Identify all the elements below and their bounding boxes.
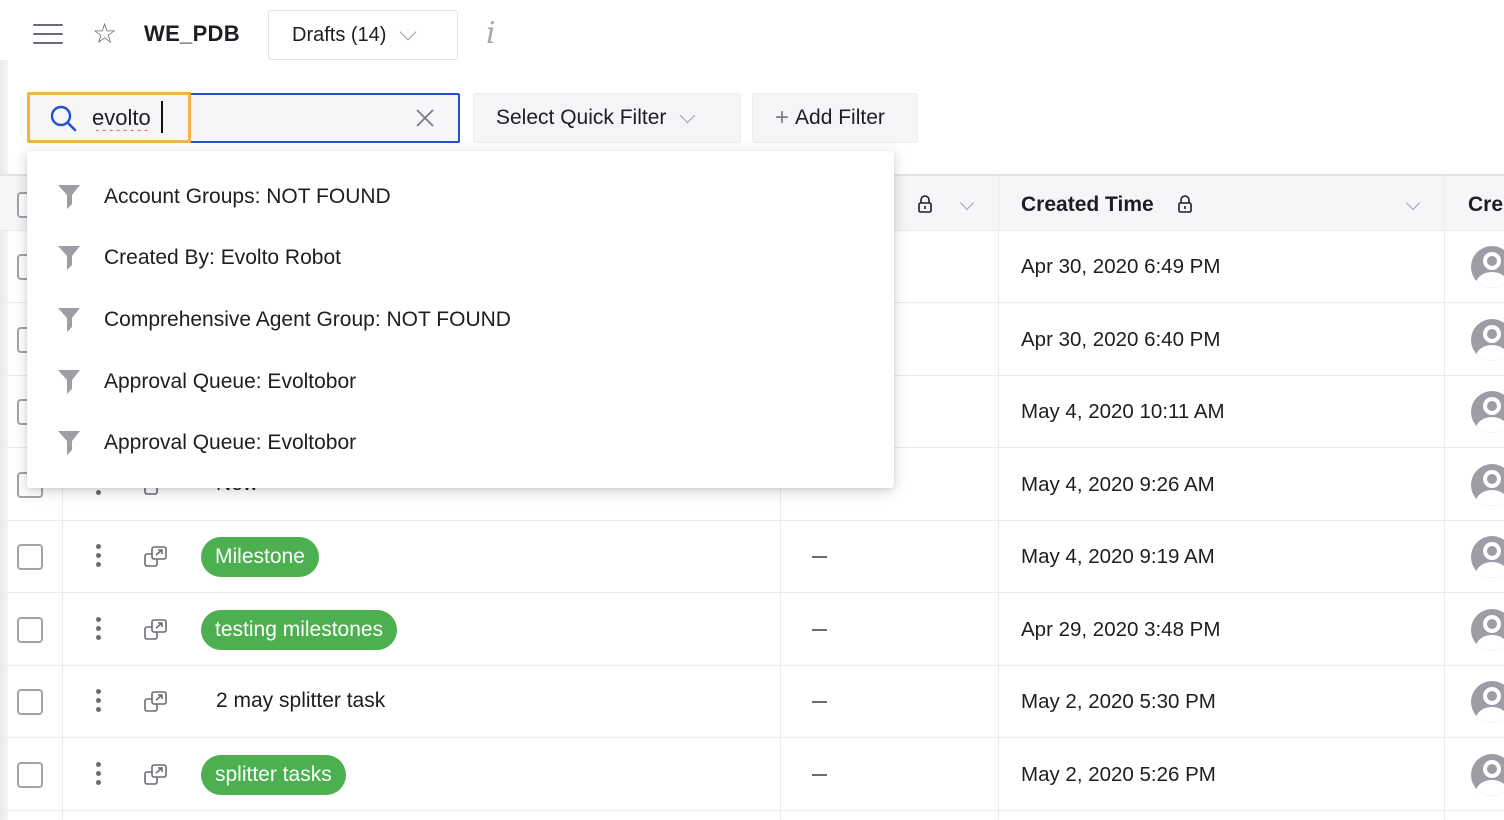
top-bar: ☆ WE_PDB Drafts (14) i: [0, 0, 1504, 70]
avatar-icon[interactable]: [1471, 536, 1504, 578]
lock-icon: [918, 195, 932, 213]
record-name-tag[interactable]: splitter tasks: [201, 754, 346, 795]
chevron-down-icon: [680, 107, 696, 123]
row-checkbox[interactable]: [17, 689, 43, 715]
page-title: WE_PDB: [144, 21, 240, 46]
search-suggestions-dropdown: Account Groups: NOT FOUND Created By: Evo…: [27, 151, 894, 488]
suggestion-item[interactable]: Account Groups: NOT FOUND: [27, 169, 894, 225]
avatar-icon[interactable]: [1471, 391, 1504, 433]
info-icon[interactable]: i: [486, 16, 496, 51]
text-cursor: [161, 101, 163, 133]
view-selector-dropdown[interactable]: Drafts (14): [268, 10, 458, 60]
empty-value-dash: [812, 628, 827, 631]
filter-icon: [58, 308, 80, 332]
column-header-created-time[interactable]: Created Time: [1021, 193, 1154, 217]
suggestion-label: Approval Queue: Evoltobor: [104, 370, 357, 393]
avatar-icon[interactable]: [1471, 753, 1504, 796]
suggestion-label: Account Groups: NOT FOUND: [104, 185, 391, 208]
quick-filter-label: Select Quick Filter: [496, 106, 667, 129]
avatar-icon[interactable]: [1471, 246, 1504, 288]
suggestion-item[interactable]: Comprehensive Agent Group: NOT FOUND: [27, 292, 894, 348]
search-input[interactable]: [92, 103, 392, 133]
avatar-icon[interactable]: [1471, 681, 1504, 723]
empty-value-dash: [812, 773, 827, 776]
plus-icon: +: [775, 104, 790, 131]
more-options-icon[interactable]: [94, 544, 102, 570]
add-filter-button[interactable]: + Add Filter: [752, 93, 918, 143]
chevron-down-icon[interactable]: [1405, 195, 1421, 211]
star-icon[interactable]: ☆: [92, 20, 117, 48]
suggestion-label: Comprehensive Agent Group: NOT FOUND: [104, 308, 511, 331]
chevron-down-icon: [399, 23, 417, 41]
created-time-cell: Apr 29, 2020 3:48 PM: [1021, 617, 1221, 641]
open-in-new-icon[interactable]: [144, 618, 168, 642]
record-name[interactable]: 2 may splitter task: [216, 689, 385, 713]
suggestion-item[interactable]: Created By: Evolto Robot: [27, 230, 894, 286]
created-time-cell: May 4, 2020 9:26 AM: [1021, 472, 1215, 496]
empty-value-dash: [812, 556, 827, 558]
lock-icon: [1178, 195, 1192, 213]
table-row[interactable]: testing milestones Apr 29, 2020 3:48 PM: [0, 594, 1504, 666]
suggestion-label: Approval Queue: Evoltobor: [104, 431, 357, 454]
view-selector-label: Drafts (14): [292, 23, 387, 46]
created-time-cell: May 4, 2020 9:19 AM: [1021, 545, 1215, 568]
open-in-new-icon[interactable]: [144, 545, 168, 569]
avatar-icon[interactable]: [1471, 608, 1504, 651]
column-header-created-by[interactable]: Cre: [1468, 193, 1503, 217]
avatar-icon[interactable]: [1471, 318, 1504, 361]
row-checkbox[interactable]: [17, 544, 43, 570]
created-time-cell: May 4, 2020 10:11 AM: [1021, 400, 1225, 423]
empty-value-dash: [812, 701, 827, 703]
record-name-tag[interactable]: testing milestones: [201, 609, 398, 650]
close-icon[interactable]: [413, 106, 437, 130]
filter-icon: [58, 431, 80, 455]
filter-icon: [58, 246, 80, 270]
more-options-icon[interactable]: [94, 761, 102, 788]
more-options-icon[interactable]: [94, 616, 102, 643]
open-in-new-icon[interactable]: [144, 763, 168, 787]
filter-icon: [58, 370, 80, 394]
row-checkbox[interactable]: [17, 616, 43, 643]
avatar-icon[interactable]: [1471, 463, 1504, 506]
filter-icon: [58, 185, 80, 209]
add-filter-label: Add Filter: [795, 106, 885, 129]
created-time-cell: Apr 30, 2020 6:40 PM: [1021, 327, 1221, 351]
created-time-cell: May 2, 2020 5:26 PM: [1021, 762, 1216, 786]
table-row[interactable]: splitter tasks May 2, 2020 5:26 PM: [0, 739, 1504, 811]
table-row[interactable]: Milestone May 4, 2020 9:19 AM: [0, 521, 1504, 593]
more-options-icon[interactable]: [94, 689, 102, 715]
open-in-new-icon[interactable]: [144, 690, 168, 714]
quick-filter-dropdown[interactable]: Select Quick Filter: [473, 93, 741, 143]
suggestion-item[interactable]: Approval Queue: Evoltobor: [27, 354, 894, 410]
created-time-cell: Apr 30, 2020 6:49 PM: [1021, 255, 1221, 278]
created-time-cell: May 2, 2020 5:30 PM: [1021, 690, 1216, 713]
search-icon: [50, 105, 77, 132]
record-name-tag[interactable]: Milestone: [201, 537, 319, 577]
row-checkbox[interactable]: [17, 761, 43, 788]
suggestion-label: Created By: Evolto Robot: [104, 246, 341, 269]
hamburger-icon[interactable]: [33, 24, 63, 46]
table-row[interactable]: 2 may splitter task May 2, 2020 5:30 PM: [0, 666, 1504, 738]
chevron-down-icon[interactable]: [959, 195, 975, 211]
suggestion-item[interactable]: Approval Queue: Evoltobor: [27, 415, 894, 471]
